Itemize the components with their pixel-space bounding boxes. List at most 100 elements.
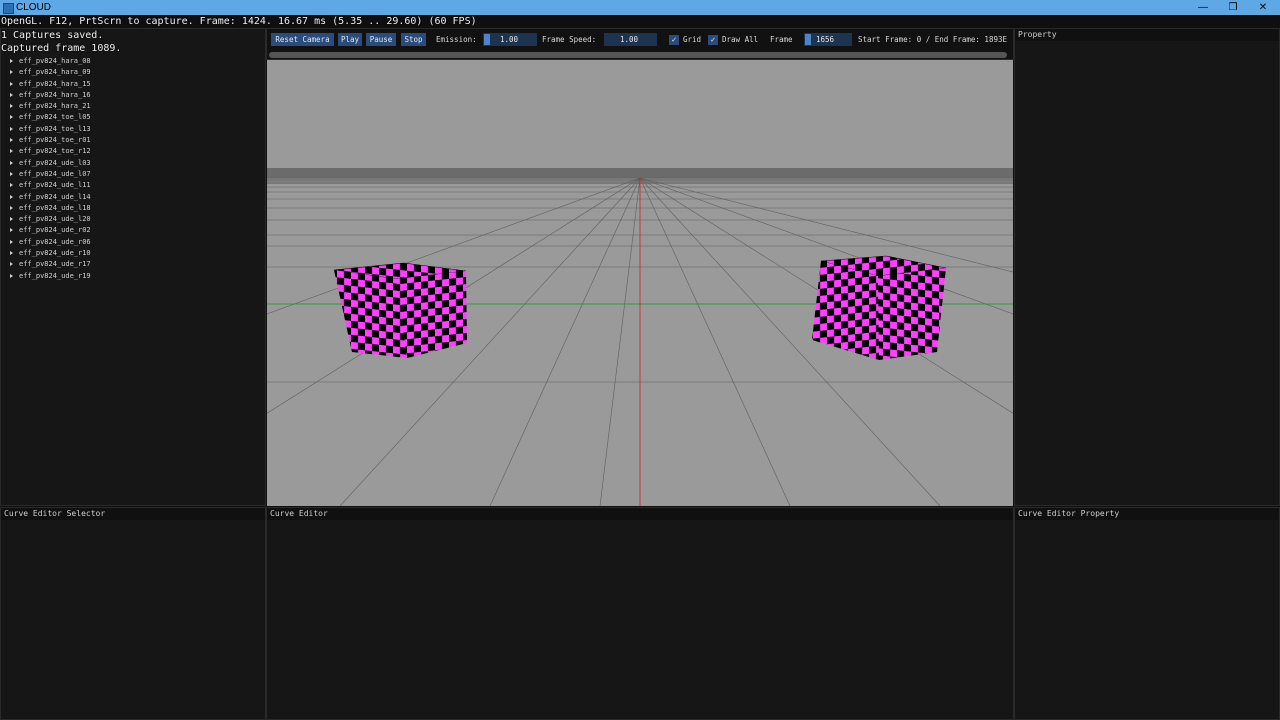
close-icon[interactable]: ✕ — [1248, 0, 1278, 15]
tree-item-label: eff_pv824_ude_l03 — [19, 158, 91, 167]
checker-cube-right — [812, 255, 947, 360]
tree-item[interactable]: eff_pv824_ude_r10 — [10, 248, 91, 259]
curve-editor-panel[interactable]: Curve Editor — [266, 507, 1014, 720]
expand-arrow-icon[interactable] — [10, 81, 13, 86]
app-icon — [3, 3, 14, 14]
tree-item[interactable]: eff_pv824_ude_l14 — [10, 192, 91, 203]
tree-item-label: eff_pv824_hara_21 — [19, 102, 91, 111]
expand-arrow-icon[interactable] — [10, 217, 13, 222]
property-panel: Property — [1014, 28, 1280, 506]
frame-label: Frame — [770, 35, 793, 44]
fps-overlay: OpenGL. F12, PrtScrn to capture. Frame: … — [1, 16, 477, 27]
tree-item-label: eff_pv824_ude_l20 — [19, 215, 91, 224]
checker-cube-left — [333, 262, 467, 358]
tree-item[interactable]: eff_pv824_ude_l11 — [10, 180, 91, 191]
tree-item[interactable]: eff_pv824_hara_08 — [10, 56, 91, 67]
expand-arrow-icon[interactable] — [10, 115, 13, 120]
reset-camera-button[interactable]: Reset Camera — [271, 33, 334, 46]
tree-item-label: eff_pv824_hara_09 — [19, 68, 91, 77]
property-header: Property — [1015, 29, 1279, 41]
3d-viewport[interactable] — [267, 60, 1013, 506]
expand-arrow-icon[interactable] — [10, 160, 13, 165]
expand-arrow-icon[interactable] — [10, 126, 13, 131]
frame-slider-handle[interactable] — [805, 34, 811, 45]
tree-item[interactable]: eff_pv824_ude_l07 — [10, 169, 91, 180]
expand-arrow-icon[interactable] — [10, 171, 13, 176]
start-end-frame-label: Start Frame: 0 / End Frame: 1893E — [858, 35, 1008, 44]
expand-arrow-icon[interactable] — [10, 183, 13, 188]
curve-editor-header: Curve Editor — [267, 508, 1013, 520]
tree-item-label: eff_pv824_ude_l07 — [19, 169, 91, 178]
tree-item[interactable]: eff_pv824_toe_l05 — [10, 112, 91, 123]
tree-item-label: eff_pv824_ude_l18 — [19, 203, 91, 212]
tree-item-label: eff_pv824_hara_16 — [19, 90, 91, 99]
tree-item[interactable]: eff_pv824_ude_r17 — [10, 259, 91, 270]
expand-arrow-icon[interactable] — [10, 194, 13, 199]
tree-item-label: eff_pv824_ude_r02 — [19, 226, 91, 235]
expand-arrow-icon[interactable] — [10, 262, 13, 267]
window-title: CLOUD — [16, 2, 52, 13]
expand-arrow-icon[interactable] — [10, 104, 13, 109]
tree-item[interactable]: eff_pv824_hara_21 — [10, 101, 91, 112]
frame-slider[interactable]: 1656 — [804, 33, 852, 46]
expand-arrow-icon[interactable] — [10, 92, 13, 97]
tree-item[interactable]: eff_pv824_hara_09 — [10, 67, 91, 78]
captured-frame-overlay: Captured frame 1089. — [1, 43, 122, 54]
tree-item-label: eff_pv824_ude_l14 — [19, 192, 91, 201]
tree-item[interactable]: eff_pv824_toe_l13 — [10, 124, 91, 135]
tree-item-label: eff_pv824_ude_r17 — [19, 260, 91, 269]
tree-item[interactable]: eff_pv824_ude_r06 — [10, 237, 91, 248]
expand-arrow-icon[interactable] — [10, 251, 13, 256]
draw-all-checkbox[interactable]: ✓ — [708, 35, 718, 45]
tree-item[interactable]: eff_pv824_ude_l03 — [10, 158, 91, 169]
play-button[interactable]: Play — [338, 33, 362, 46]
expand-arrow-icon[interactable] — [10, 70, 13, 75]
pause-button[interactable]: Pause — [366, 33, 396, 46]
tree-item-label: eff_pv824_ude_r10 — [19, 249, 91, 258]
viewport-scene — [267, 168, 1013, 506]
tree-item-label: eff_pv824_toe_l05 — [19, 113, 91, 122]
tree-item[interactable]: eff_pv824_hara_15 — [10, 79, 91, 90]
curve-editor-selector-header: Curve Editor Selector — [1, 508, 265, 520]
emission-label: Emission: — [436, 35, 477, 44]
tree-item-label: eff_pv824_toe_r12 — [19, 147, 91, 156]
stop-button[interactable]: Stop — [401, 33, 426, 46]
toolbar-scrollbar[interactable] — [269, 52, 1007, 58]
grid-label: Grid — [683, 35, 702, 44]
draw-all-label: Draw All — [722, 35, 759, 44]
frame-speed-label: Frame Speed: — [542, 35, 597, 44]
expand-arrow-icon[interactable] — [10, 149, 13, 154]
tree-item-label: eff_pv824_toe_l13 — [19, 124, 91, 133]
captures-overlay: 1 Captures saved. — [1, 30, 104, 41]
tree-item[interactable]: eff_pv824_ude_r02 — [10, 225, 91, 236]
tree-item[interactable]: eff_pv824_toe_r12 — [10, 146, 91, 157]
tree-item[interactable]: eff_pv824_toe_r01 — [10, 135, 91, 146]
tree-item[interactable]: eff_pv824_hara_16 — [10, 90, 91, 101]
grid-checkbox[interactable]: ✓ — [669, 35, 679, 45]
tree-item-label: eff_pv824_hara_08 — [19, 57, 91, 65]
toolbar: Reset Camera Play Pause Stop Emission: 1… — [267, 32, 1013, 48]
expand-arrow-icon[interactable] — [10, 205, 13, 210]
tree-item-label: eff_pv824_ude_l11 — [19, 181, 91, 190]
tree-item[interactable]: eff_pv824_ude_l20 — [10, 214, 91, 225]
tree-item-label: eff_pv824_ude_r06 — [19, 237, 91, 246]
effect-tree: eff_pv824_hara_08 eff_pv824_hara_09 eff_pv… — [10, 56, 91, 282]
expand-arrow-icon[interactable] — [10, 59, 13, 63]
emission-slider-handle[interactable] — [484, 34, 490, 45]
tree-item-label: eff_pv824_hara_15 — [19, 79, 91, 88]
tree-item[interactable]: eff_pv824_ude_r19 — [10, 271, 91, 282]
minimize-icon[interactable]: — — [1188, 0, 1218, 15]
expand-arrow-icon[interactable] — [10, 239, 13, 244]
restore-icon[interactable]: ❐ — [1218, 0, 1248, 15]
curve-editor-property-header: Curve Editor Property — [1015, 508, 1279, 520]
expand-arrow-icon[interactable] — [10, 228, 13, 233]
expand-arrow-icon[interactable] — [10, 138, 13, 143]
expand-arrow-icon[interactable] — [10, 273, 13, 278]
tree-item[interactable]: eff_pv824_ude_l18 — [10, 203, 91, 214]
curve-editor-property-panel: Curve Editor Property — [1014, 507, 1280, 720]
emission-slider[interactable]: 1.00 — [483, 33, 537, 46]
tree-item-label: eff_pv824_ude_r19 — [19, 271, 91, 280]
tree-item-label: eff_pv824_toe_r01 — [19, 136, 91, 145]
window-titlebar: CLOUD — ❐ ✕ — [0, 0, 1280, 15]
frame-speed-input[interactable]: 1.00 — [604, 33, 657, 46]
